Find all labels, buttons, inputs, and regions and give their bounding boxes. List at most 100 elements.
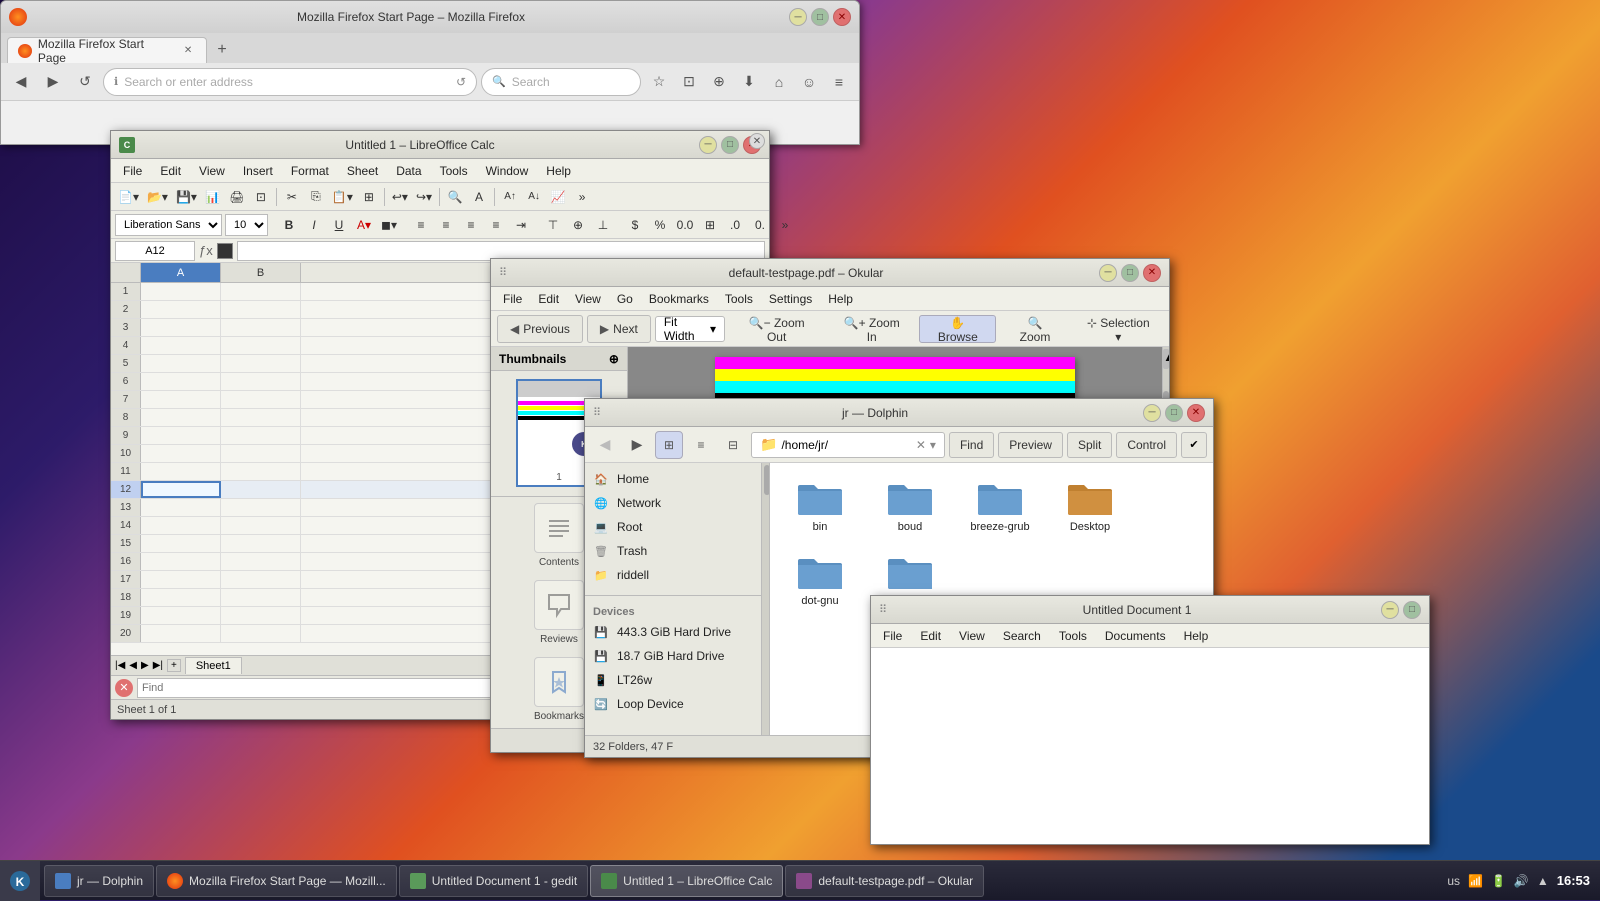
- col-header-b[interactable]: B: [221, 263, 301, 282]
- calc-menu-file[interactable]: File: [115, 162, 150, 180]
- device-loop[interactable]: 🔄 Loop Device: [585, 692, 769, 716]
- chart-btn[interactable]: 📈: [547, 186, 569, 208]
- first-sheet-btn[interactable]: |◀: [115, 660, 125, 671]
- reload-btn[interactable]: ↺: [71, 68, 99, 96]
- dolphin-preview-btn[interactable]: Preview: [998, 432, 1063, 458]
- path-dropdown-icon[interactable]: ▾: [930, 438, 936, 452]
- bookmark-star-btn[interactable]: ☆: [645, 68, 673, 96]
- export-pdf-btn[interactable]: 📊: [202, 186, 224, 208]
- copy-btn[interactable]: ⎘: [305, 186, 327, 208]
- top-align-btn[interactable]: ⊤: [542, 214, 564, 236]
- sheet1-tab[interactable]: Sheet1: [185, 657, 242, 674]
- cell-reference-input[interactable]: A12: [115, 241, 195, 261]
- calc-menu-tools[interactable]: Tools: [432, 162, 476, 180]
- file-bin[interactable]: bin: [780, 473, 860, 537]
- more-btn[interactable]: »: [571, 186, 593, 208]
- calc-minimize-btn[interactable]: ─: [699, 136, 717, 154]
- calc-menu-sheet[interactable]: Sheet: [339, 162, 386, 180]
- print-btn[interactable]: 🖨: [226, 186, 248, 208]
- okular-menu-go[interactable]: Go: [609, 290, 641, 308]
- gedit-maximize-btn[interactable]: □: [1403, 601, 1421, 619]
- cut-btn[interactable]: ✂: [281, 186, 303, 208]
- firefox-tab[interactable]: Mozilla Firefox Start Page ✕: [7, 37, 207, 63]
- middle-align-btn[interactable]: ⊕: [567, 214, 589, 236]
- clone-btn[interactable]: ⊞: [358, 186, 380, 208]
- gedit-content[interactable]: [871, 648, 1429, 844]
- file-boud[interactable]: boud: [870, 473, 950, 537]
- browse-btn[interactable]: ✋ Browse: [919, 315, 996, 343]
- download-btn[interactable]: ⬇: [735, 68, 763, 96]
- file-breeze-grub[interactable]: breeze-grub: [960, 473, 1040, 537]
- address-bar[interactable]: ℹ Search or enter address ↺: [103, 68, 477, 96]
- zoom-in-btn[interactable]: 🔍+ Zoom In: [828, 315, 915, 343]
- dolphin-split-btn[interactable]: Split: [1067, 432, 1112, 458]
- okular-close-btn[interactable]: ✕: [1143, 264, 1161, 282]
- dec-decimal-btn[interactable]: .0: [724, 214, 746, 236]
- split-view-icon-btn[interactable]: ⊟: [719, 431, 747, 459]
- indent-btn[interactable]: ⇥: [510, 214, 532, 236]
- firefox-close-btn[interactable]: ✕: [833, 8, 851, 26]
- forward-btn[interactable]: ▶: [39, 68, 67, 96]
- okular-menu-edit[interactable]: Edit: [530, 290, 567, 308]
- device-18gb[interactable]: 💾 18.7 GiB Hard Drive: [585, 644, 769, 668]
- calc-menu-window[interactable]: Window: [478, 162, 537, 180]
- okular-menu-bookmarks[interactable]: Bookmarks: [641, 290, 717, 308]
- bold-btn[interactable]: B: [278, 214, 300, 236]
- okular-menu-tools[interactable]: Tools: [717, 290, 761, 308]
- home-btn[interactable]: ⌂: [765, 68, 793, 96]
- zoom-tool-btn[interactable]: 🔍 Zoom: [1000, 315, 1069, 343]
- clear-path-icon[interactable]: ✕: [916, 438, 926, 452]
- file-desktop[interactable]: Desktop: [1050, 473, 1130, 537]
- bottom-align-btn[interactable]: ⊥: [592, 214, 614, 236]
- taskbar-gedit[interactable]: Untitled Document 1 - gedit: [399, 865, 588, 897]
- back-btn[interactable]: ◀: [7, 68, 35, 96]
- taskbar-okular[interactable]: default-testpage.pdf – Okular: [785, 865, 984, 897]
- taskbar-firefox[interactable]: Mozilla Firefox Start Page — Mozill...: [156, 865, 397, 897]
- okular-prev-btn[interactable]: ◀ Previous: [497, 315, 583, 343]
- gedit-menu-view[interactable]: View: [951, 627, 993, 645]
- taskbar-dolphin[interactable]: jr — Dolphin: [44, 865, 154, 897]
- list-view-btn[interactable]: ≡: [687, 431, 715, 459]
- find-replace-btn[interactable]: 🔍: [444, 186, 466, 208]
- toolbar2-more-btn[interactable]: »: [774, 214, 796, 236]
- pocket-btn[interactable]: ⊕: [705, 68, 733, 96]
- dolphin-maximize-btn[interactable]: □: [1165, 404, 1183, 422]
- dolphin-path-bar[interactable]: 📁 /home/jr/ ✕ ▾: [751, 432, 945, 458]
- percent-btn[interactable]: %: [649, 214, 671, 236]
- calc-menu-help[interactable]: Help: [538, 162, 579, 180]
- gedit-menu-documents[interactable]: Documents: [1097, 627, 1174, 645]
- new-tab-btn[interactable]: +: [209, 37, 235, 63]
- redo-btn[interactable]: ↪▾: [413, 186, 435, 208]
- gedit-menu-search[interactable]: Search: [995, 627, 1049, 645]
- calc-menu-format[interactable]: Format: [283, 162, 337, 180]
- gedit-menu-edit[interactable]: Edit: [912, 627, 949, 645]
- okular-menu-view[interactable]: View: [567, 290, 609, 308]
- print-preview-btn[interactable]: ⊡: [250, 186, 272, 208]
- last-sheet-btn[interactable]: ▶|: [153, 660, 163, 671]
- font-size-select[interactable]: 10: [225, 214, 268, 236]
- dolphin-back-btn[interactable]: ◀: [591, 431, 619, 459]
- add-sheet-btn[interactable]: +: [167, 659, 181, 672]
- save-btn[interactable]: 💾▾: [173, 186, 200, 208]
- align-left-btn[interactable]: ≡: [410, 214, 432, 236]
- col-header-a[interactable]: A: [141, 263, 221, 282]
- okular-menu-file[interactable]: File: [495, 290, 530, 308]
- spell-btn[interactable]: A: [468, 186, 490, 208]
- align-block-btn[interactable]: ≡: [485, 214, 507, 236]
- dolphin-minimize-btn[interactable]: ─: [1143, 404, 1161, 422]
- place-trash[interactable]: 🗑 Trash: [585, 539, 769, 563]
- zoom-out-btn[interactable]: 🔍− Zoom Out: [729, 315, 824, 343]
- gedit-minimize-btn[interactable]: ─: [1381, 601, 1399, 619]
- dolphin-close-btn[interactable]: ✕: [1187, 404, 1205, 422]
- sort-desc-btn[interactable]: A↓: [523, 186, 545, 208]
- new-btn[interactable]: 📄▾: [115, 186, 142, 208]
- align-right-btn[interactable]: ≡: [460, 214, 482, 236]
- borders-btn[interactable]: ⊞: [699, 214, 721, 236]
- prev-sheet-btn[interactable]: ◀: [129, 660, 137, 671]
- reader-btn[interactable]: ⊡: [675, 68, 703, 96]
- align-center-btn[interactable]: ≡: [435, 214, 457, 236]
- bg-color-btn[interactable]: ◼▾: [378, 214, 400, 236]
- firefox-maximize-btn[interactable]: □: [811, 8, 829, 26]
- underline-btn[interactable]: U: [328, 214, 350, 236]
- okular-menu-help[interactable]: Help: [820, 290, 861, 308]
